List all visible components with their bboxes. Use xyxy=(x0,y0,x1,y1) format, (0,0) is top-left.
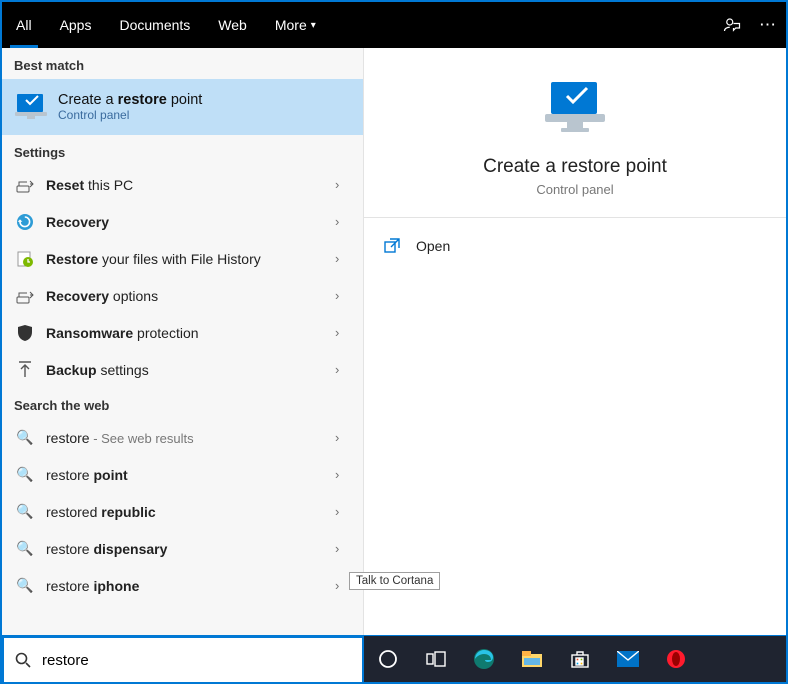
web-result[interactable]: 🔍 restore - See web results › xyxy=(2,419,363,456)
bottom-bar xyxy=(2,635,786,682)
open-icon xyxy=(384,238,402,254)
search-icon: 🔍 xyxy=(14,503,36,520)
taskbar-opera[interactable] xyxy=(652,636,700,682)
filter-tabbar: All Apps Documents Web More ▾ ⋯ xyxy=(2,2,786,48)
chevron-right-icon: › xyxy=(335,467,351,482)
more-options-icon[interactable]: ⋯ xyxy=(759,15,776,35)
best-match-result[interactable]: Create a restore point Control panel xyxy=(2,79,363,135)
result-reset-pc[interactable]: Reset this PC › xyxy=(2,166,363,203)
best-match-subtitle: Control panel xyxy=(58,108,202,122)
chevron-right-icon: › xyxy=(335,251,351,266)
result-label: restored republic xyxy=(36,504,335,520)
search-box[interactable] xyxy=(2,636,364,682)
search-icon xyxy=(4,652,42,668)
caret-down-icon: ▾ xyxy=(311,20,316,31)
taskbar-edge[interactable] xyxy=(460,636,508,682)
search-icon: 🔍 xyxy=(14,466,36,483)
feedback-icon[interactable] xyxy=(723,16,741,34)
result-label: restore iphone xyxy=(36,578,335,594)
taskbar-task-view[interactable] xyxy=(412,636,460,682)
file-history-icon xyxy=(14,250,36,268)
tab-more-label: More xyxy=(275,17,307,33)
tab-all[interactable]: All xyxy=(2,2,46,48)
result-label: restore - See web results xyxy=(36,430,335,446)
chevron-right-icon: › xyxy=(335,288,351,303)
shield-icon xyxy=(14,324,36,342)
result-file-history[interactable]: Restore your files with File History › xyxy=(2,240,363,277)
result-label: Recovery options xyxy=(36,288,335,304)
monitor-restore-large-icon xyxy=(541,78,609,138)
result-recovery[interactable]: Recovery › xyxy=(2,203,363,240)
chevron-right-icon: › xyxy=(335,504,351,519)
result-backup[interactable]: Backup settings › xyxy=(2,351,363,388)
web-result[interactable]: 🔍 restored republic › xyxy=(2,493,363,530)
result-label: Reset this PC xyxy=(36,177,335,193)
tab-web[interactable]: Web xyxy=(204,2,261,48)
section-web: Search the web xyxy=(2,388,363,419)
search-icon: 🔍 xyxy=(14,577,36,594)
recovery-options-icon xyxy=(14,288,36,304)
section-settings: Settings xyxy=(2,135,363,166)
open-label: Open xyxy=(416,238,450,254)
tooltip: Talk to Cortana xyxy=(349,572,440,590)
search-input[interactable] xyxy=(42,652,362,669)
preview-pane: Create a restore point Control panel Ope… xyxy=(364,48,786,635)
search-icon: 🔍 xyxy=(14,429,36,446)
web-result[interactable]: 🔍 restore iphone › xyxy=(2,567,363,604)
results-pane: Best match Create a restore point Contro… xyxy=(2,48,364,635)
backup-icon xyxy=(14,361,36,379)
chevron-right-icon: › xyxy=(335,430,351,445)
result-label: Ransomware protection xyxy=(36,325,335,341)
chevron-right-icon: › xyxy=(335,541,351,556)
result-label: Restore your files with File History xyxy=(36,251,335,267)
result-label: Backup settings xyxy=(36,362,335,378)
result-label: restore point xyxy=(36,467,335,483)
result-label: Recovery xyxy=(36,214,335,230)
recovery-icon xyxy=(14,213,36,231)
open-action[interactable]: Open xyxy=(384,228,766,264)
chevron-right-icon: › xyxy=(335,214,351,229)
taskbar xyxy=(364,636,786,682)
result-recovery-options[interactable]: Recovery options › xyxy=(2,277,363,314)
monitor-restore-icon xyxy=(14,90,48,124)
taskbar-store[interactable] xyxy=(556,636,604,682)
preview-header: Create a restore point Control panel xyxy=(364,48,786,218)
chevron-right-icon: › xyxy=(335,177,351,192)
taskbar-cortana[interactable] xyxy=(364,636,412,682)
chevron-right-icon: › xyxy=(335,362,351,377)
chevron-right-icon: › xyxy=(335,325,351,340)
taskbar-mail[interactable] xyxy=(604,636,652,682)
section-best-match: Best match xyxy=(2,48,363,79)
result-label: restore dispensary xyxy=(36,541,335,557)
preview-title: Create a restore point xyxy=(483,156,667,178)
taskbar-explorer[interactable] xyxy=(508,636,556,682)
content: Best match Create a restore point Contro… xyxy=(2,48,786,635)
tab-more[interactable]: More ▾ xyxy=(261,2,330,48)
preview-subtitle: Control panel xyxy=(536,182,613,197)
search-icon: 🔍 xyxy=(14,540,36,557)
search-window: All Apps Documents Web More ▾ ⋯ Best matc… xyxy=(0,0,788,684)
result-ransomware[interactable]: Ransomware protection › xyxy=(2,314,363,351)
reset-pc-icon xyxy=(14,177,36,193)
web-result[interactable]: 🔍 restore dispensary › xyxy=(2,530,363,567)
best-match-title: Create a restore point xyxy=(58,92,202,108)
tab-apps[interactable]: Apps xyxy=(46,2,106,48)
tab-documents[interactable]: Documents xyxy=(105,2,204,48)
web-result[interactable]: 🔍 restore point › xyxy=(2,456,363,493)
